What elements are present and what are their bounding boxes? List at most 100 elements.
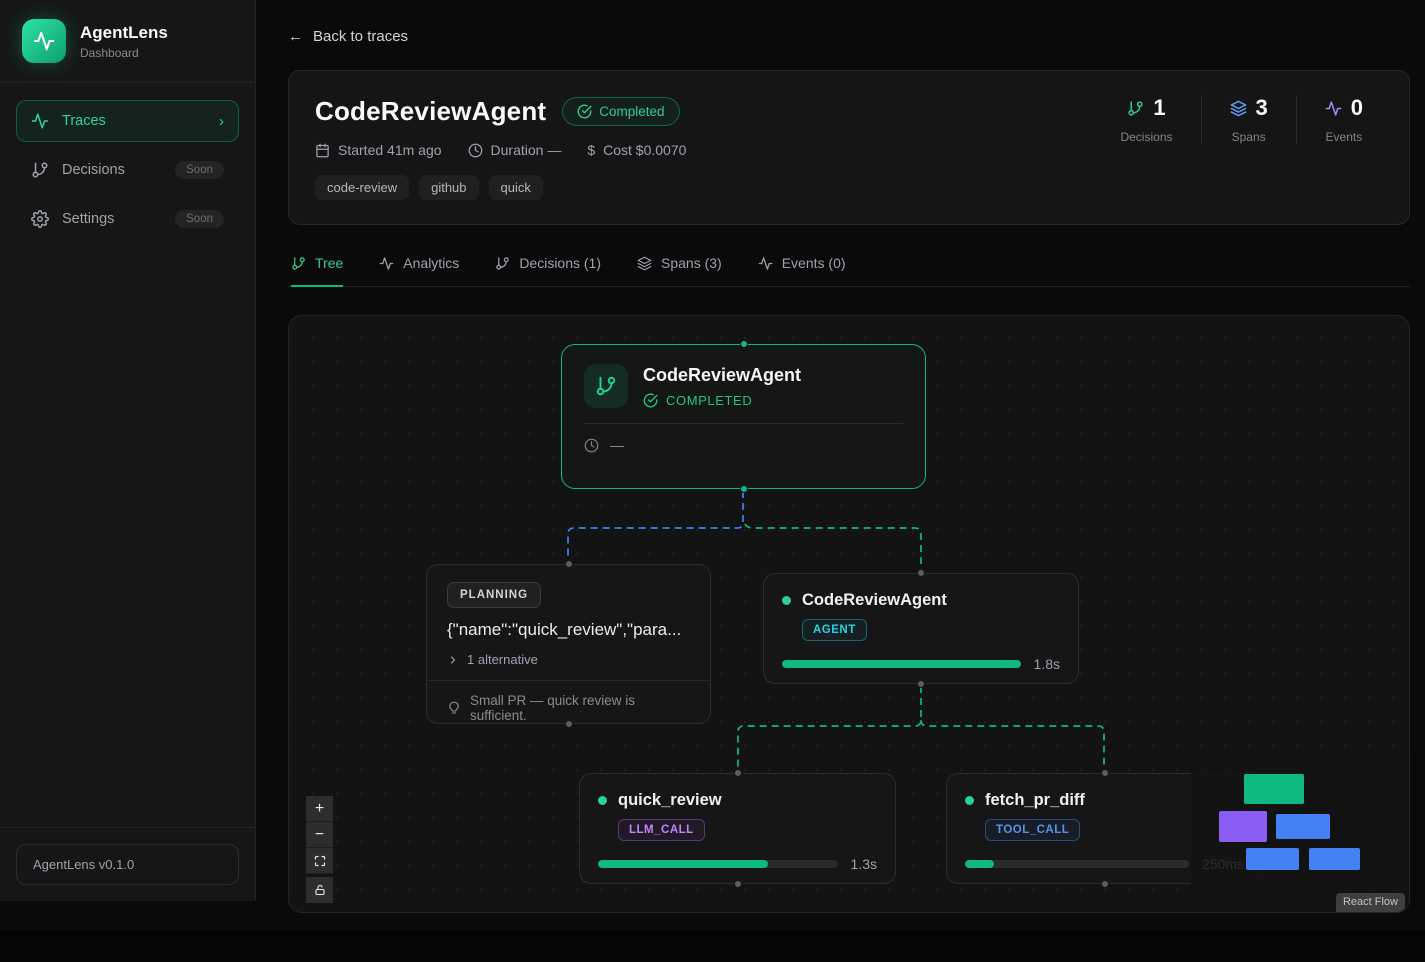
arrow-left-icon: ← [288, 28, 303, 45]
brand-header: AgentLens Dashboard [0, 0, 255, 83]
check-circle-icon [577, 104, 592, 119]
tag: code-review [315, 175, 409, 200]
chevron-right-icon [447, 654, 459, 666]
sidebar-item-traces[interactable]: Traces › [16, 100, 239, 142]
trace-meta-row: Started 41m ago Duration — $ Cost $0.007… [315, 142, 1383, 158]
stat-label: Decisions [1120, 130, 1172, 144]
alternatives-label: 1 alternative [467, 652, 538, 667]
cost-text: Cost $0.0070 [603, 142, 686, 158]
minimap-node-agent [1276, 814, 1330, 839]
stat-value: 1 [1153, 95, 1165, 121]
soon-badge: Soon [175, 210, 224, 228]
tags-row: code-review github quick [315, 175, 1383, 200]
span-type-badge: TOOL_CALL [985, 819, 1080, 841]
node-handle [565, 720, 573, 728]
trace-tabs: Tree Analytics Decisions (1) Spans (3) [288, 255, 1410, 287]
clock-icon [584, 438, 599, 453]
alternatives-toggle[interactable]: 1 alternative [427, 640, 710, 667]
planning-badge: PLANNING [447, 582, 541, 608]
trace-header-card: CodeReviewAgent Completed Started 41m ag… [288, 70, 1410, 225]
node-handle [917, 680, 925, 688]
sidebar-footer: AgentLens v0.1.0 [0, 827, 255, 901]
status-badge: Completed [562, 97, 679, 126]
soon-badge: Soon [175, 161, 224, 179]
activity-icon [31, 112, 49, 130]
duration-bar [598, 860, 838, 868]
root-node-status: COMPLETED [666, 393, 752, 408]
flow-node-planning[interactable]: PLANNING {"name":"quick_review","para...… [426, 564, 711, 724]
react-flow-attribution[interactable]: React Flow [1336, 893, 1405, 912]
span-duration: 1.3s [851, 856, 877, 872]
node-handle [734, 769, 742, 777]
minimap-node-planning [1219, 811, 1267, 842]
stat-value: 3 [1256, 95, 1268, 121]
duration-meta: Duration — [468, 142, 562, 158]
sidebar: AgentLens Dashboard Traces › Decisions S… [0, 0, 256, 901]
tag: github [419, 175, 478, 200]
tag: quick [489, 175, 543, 200]
stat-label: Spans [1230, 130, 1268, 144]
stat-value: 0 [1351, 95, 1363, 121]
tab-spans[interactable]: Spans (3) [637, 255, 722, 287]
planning-rationale: Small PR — quick review is sufficient. [470, 693, 690, 723]
sidebar-item-label: Traces [62, 113, 106, 129]
zoom-out-button[interactable]: − [306, 822, 333, 848]
flow-node-agent-span[interactable]: CodeReviewAgent AGENT 1.8s [763, 573, 1079, 684]
activity-icon [1325, 100, 1342, 117]
brand-name: AgentLens [80, 23, 168, 43]
status-dot-icon [782, 596, 791, 605]
duration-bar [782, 660, 1021, 668]
back-to-traces-link[interactable]: ← Back to traces [288, 28, 408, 45]
flow-canvas[interactable]: CodeReviewAgent COMPLETED — [288, 315, 1410, 913]
gear-icon [31, 210, 49, 228]
tab-events[interactable]: Events (0) [758, 255, 846, 287]
lightbulb-icon [447, 701, 461, 715]
fit-view-button[interactable] [306, 848, 333, 874]
flow-node-root[interactable]: CodeReviewAgent COMPLETED — [561, 344, 926, 489]
sidebar-item-label: Settings [62, 211, 114, 227]
flow-minimap[interactable] [1191, 749, 1409, 912]
sidebar-item-settings[interactable]: Settings Soon [16, 198, 239, 240]
tab-label: Analytics [403, 255, 459, 271]
sidebar-item-decisions[interactable]: Decisions Soon [16, 149, 239, 191]
check-circle-icon [643, 393, 658, 408]
stat-spans: 3 Spans [1201, 95, 1296, 144]
tab-tree[interactable]: Tree [291, 255, 343, 287]
clock-icon [468, 143, 483, 158]
node-handle [1101, 769, 1109, 777]
status-badge-label: Completed [599, 104, 664, 119]
tab-label: Spans (3) [661, 255, 722, 271]
tab-label: Decisions (1) [519, 255, 601, 271]
duration-text: Duration — [491, 142, 562, 158]
node-handle [740, 485, 748, 493]
tab-analytics[interactable]: Analytics [379, 255, 459, 287]
git-branch-icon [584, 364, 628, 408]
flow-node-quick-review[interactable]: quick_review LLM_CALL 1.3s [579, 773, 896, 884]
lock-interactivity-button[interactable] [306, 877, 333, 903]
agentlens-logo-icon [22, 19, 66, 63]
status-dot-icon [598, 796, 607, 805]
started-text: Started 41m ago [338, 142, 442, 158]
zoom-in-button[interactable]: + [306, 796, 333, 822]
brand-subtitle: Dashboard [80, 46, 168, 60]
layers-icon [637, 256, 652, 271]
flow-controls: + − [306, 796, 333, 903]
git-branch-icon [291, 256, 306, 271]
tab-label: Events (0) [782, 255, 846, 271]
trace-title: CodeReviewAgent [315, 96, 546, 127]
stat-events: 0 Events [1296, 95, 1391, 144]
git-branch-icon [31, 161, 49, 179]
stat-decisions: 1 Decisions [1092, 95, 1200, 144]
brand-text: AgentLens Dashboard [80, 23, 168, 60]
main-content: ← Back to traces CodeReviewAgent Complet… [256, 0, 1425, 930]
version-label: AgentLens v0.1.0 [16, 844, 239, 885]
tab-decisions[interactable]: Decisions (1) [495, 255, 601, 287]
root-node-duration: — [610, 437, 624, 453]
minimap-node-root [1244, 774, 1304, 804]
node-handle [1101, 880, 1109, 888]
span-duration: 1.8s [1034, 656, 1060, 672]
git-branch-icon [495, 256, 510, 271]
duration-bar [965, 860, 1189, 868]
node-handle [734, 880, 742, 888]
root-node-title: CodeReviewAgent [643, 365, 801, 386]
